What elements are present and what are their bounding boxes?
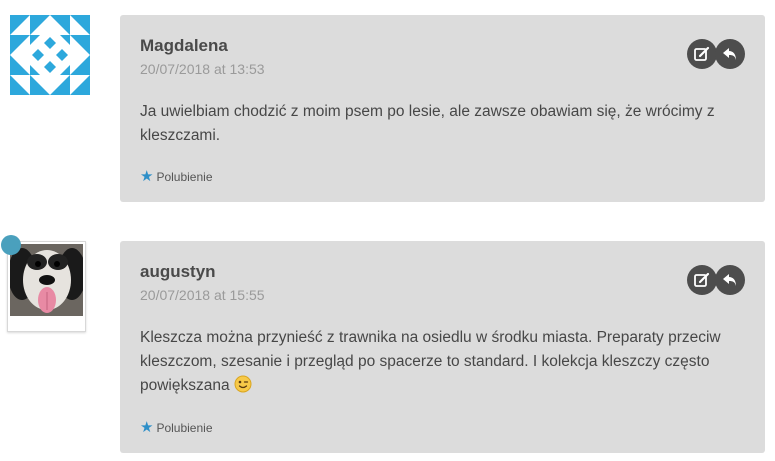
- comment-text: Kleszcza można przynieść z trawnika na o…: [140, 326, 745, 401]
- star-icon: ★: [140, 419, 154, 436]
- edit-button[interactable]: [687, 39, 717, 69]
- reply-icon: [723, 274, 736, 286]
- comment-date[interactable]: 20/07/2018 at 15:55: [140, 286, 745, 304]
- like-button[interactable]: ★ Polubienie: [140, 420, 213, 436]
- identicon-avatar-icon: [10, 15, 90, 95]
- comment-author[interactable]: Magdalena: [140, 35, 745, 57]
- star-icon: ★: [140, 168, 154, 185]
- avatar: [1, 235, 86, 332]
- edit-icon: [694, 272, 710, 287]
- dog-photo-avatar-icon: [10, 244, 83, 316]
- comment-card: Magdalena 20/07/2018 at 13:53 Ja uwielbi…: [120, 15, 765, 202]
- comment-author[interactable]: augustyn: [140, 261, 745, 283]
- comment-text: Ja uwielbiam chodzić z moim psem po lesi…: [140, 103, 715, 144]
- reply-icon: [723, 48, 736, 60]
- comment-actions: [687, 39, 745, 69]
- comment-date[interactable]: 20/07/2018 at 13:53: [140, 60, 745, 78]
- comment-card: augustyn 20/07/2018 at 15:55 Kleszcza mo…: [120, 241, 765, 453]
- wink-emoji-icon: [234, 375, 252, 401]
- edit-icon: [694, 46, 710, 61]
- comment-actions: [687, 265, 745, 295]
- reply-button[interactable]: [715, 39, 745, 69]
- avatar: [10, 15, 90, 95]
- comment-text-body: Kleszcza można przynieść z trawnika na o…: [140, 329, 721, 394]
- like-label: Polubienie: [156, 421, 213, 435]
- like-label: Polubienie: [156, 170, 213, 184]
- reply-button[interactable]: [715, 265, 745, 295]
- edit-button[interactable]: [687, 265, 717, 295]
- like-button[interactable]: ★ Polubienie: [140, 169, 213, 185]
- user-badge: [1, 235, 21, 255]
